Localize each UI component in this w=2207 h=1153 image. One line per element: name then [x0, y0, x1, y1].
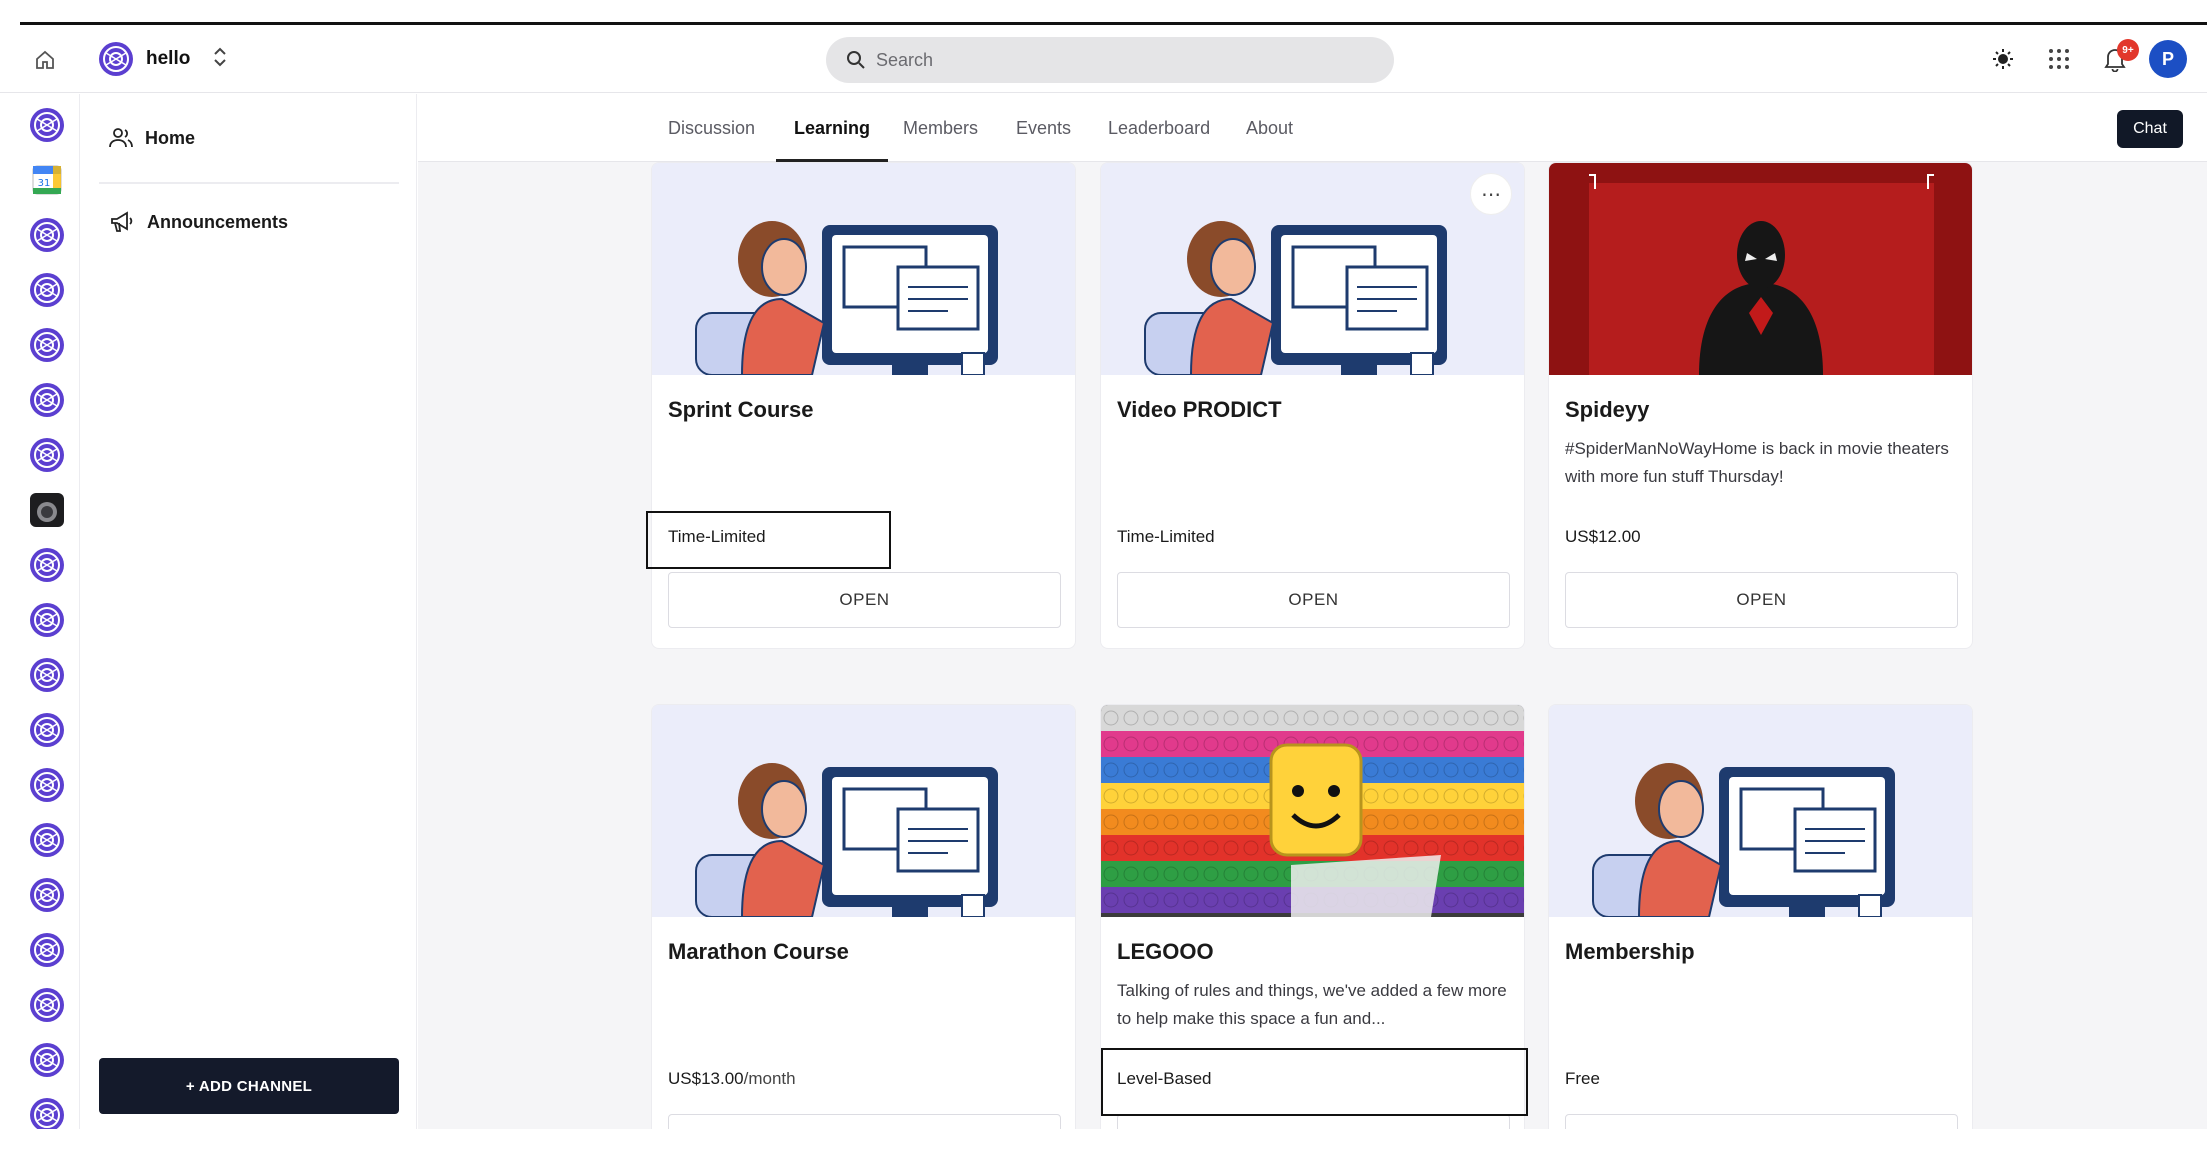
- users-icon: [109, 128, 133, 148]
- theme-sun-icon[interactable]: [1983, 39, 2023, 79]
- community-switcher[interactable]: hello: [98, 39, 228, 79]
- open-course-button[interactable]: OPEN: [1117, 1114, 1510, 1129]
- community-logo-icon[interactable]: [27, 820, 67, 860]
- community-logo-icon[interactable]: [27, 875, 67, 915]
- course-illustration-image: [1101, 163, 1524, 375]
- course-card[interactable]: Membership Free OPEN: [1548, 704, 1973, 1129]
- more-options-icon[interactable]: ⋯: [1470, 173, 1512, 215]
- apps-grid-icon[interactable]: [2039, 39, 2079, 79]
- community-rail: 31: [0, 94, 80, 1129]
- course-meta: Time-Limited: [1117, 527, 1215, 547]
- course-description: Talking of rules and things, we've added…: [1117, 981, 1507, 1028]
- course-meta-value: US$13.00: [668, 1069, 744, 1088]
- open-course-button[interactable]: OPEN: [668, 1114, 1061, 1129]
- course-meta-value: Time-Limited: [1117, 527, 1215, 546]
- community-logo-icon: [99, 42, 133, 76]
- course-card[interactable]: Spideyy #SpiderManNoWayHome is back in mo…: [1548, 162, 1973, 649]
- megaphone-icon: [111, 211, 133, 232]
- sidebar-item-label: Home: [145, 127, 196, 148]
- community-logo-icon[interactable]: [27, 215, 67, 255]
- home-icon[interactable]: [30, 45, 60, 75]
- highlight-box: [646, 511, 891, 569]
- svg-text:31: 31: [38, 178, 51, 189]
- community-logo-icon[interactable]: [27, 435, 67, 475]
- search-bar[interactable]: [826, 37, 1394, 83]
- channel-sidebar: Home Announcements + ADD CHANNEL: [81, 94, 417, 1129]
- community-logo-icon[interactable]: [27, 545, 67, 585]
- course-meta-suffix: /month: [743, 1069, 796, 1088]
- community-logo-icon[interactable]: [27, 710, 67, 750]
- tab-about[interactable]: About: [1246, 94, 1293, 162]
- sidebar-item-label: Announcements: [147, 211, 289, 232]
- sidebar-item-announcements[interactable]: Announcements: [109, 202, 288, 242]
- community-name: hello: [146, 48, 191, 69]
- open-course-button[interactable]: OPEN: [1565, 572, 1958, 628]
- community-logo-icon[interactable]: [27, 270, 67, 310]
- top-bar: hello 9+ P: [0, 25, 2207, 93]
- sidebar-divider: [99, 182, 399, 184]
- course-title: Marathon Course: [668, 939, 849, 964]
- community-logo-icon[interactable]: [27, 1095, 67, 1129]
- calendar-app-icon[interactable]: 31: [27, 160, 67, 200]
- community-photo-icon[interactable]: [27, 490, 67, 530]
- tab-learning[interactable]: Learning: [775, 94, 889, 162]
- chat-button[interactable]: Chat: [2117, 110, 2183, 148]
- course-card[interactable]: ⋯ Video PRODICT Time-Limited OPEN: [1100, 162, 1525, 649]
- tab-events[interactable]: Events: [1016, 94, 1071, 162]
- community-logo-icon[interactable]: [27, 1040, 67, 1080]
- course-meta-value: Free: [1565, 1069, 1600, 1088]
- highlight-box: [1101, 1048, 1528, 1116]
- chevron-up-down-icon: [212, 46, 228, 73]
- course-meta: US$12.00: [1565, 527, 1641, 547]
- community-logo-icon[interactable]: [27, 105, 67, 145]
- community-logo-icon[interactable]: [27, 380, 67, 420]
- tab-leaderboard[interactable]: Leaderboard: [1108, 94, 1210, 162]
- course-title: Membership: [1565, 939, 1695, 964]
- open-course-button[interactable]: OPEN: [668, 572, 1061, 628]
- notification-bell-icon[interactable]: 9+: [2095, 39, 2139, 79]
- course-illustration-image: [1549, 705, 1972, 917]
- course-illustration-image: [652, 163, 1075, 375]
- course-description: #SpiderManNoWayHome is back in movie the…: [1565, 439, 1949, 486]
- course-card[interactable]: Sprint Course Time-Limited OPEN: [651, 162, 1076, 649]
- community-logo-icon[interactable]: [27, 985, 67, 1025]
- sidebar-item-home[interactable]: Home: [109, 118, 195, 158]
- main-content: Discussion Learning Members Events Leade…: [418, 94, 2207, 1129]
- community-tabs: Discussion Learning Members Events Leade…: [418, 94, 2207, 162]
- course-title: Sprint Course: [668, 397, 814, 422]
- course-meta: Free: [1565, 1069, 1600, 1089]
- community-logo-icon[interactable]: [27, 600, 67, 640]
- open-course-button[interactable]: OPEN: [1565, 1114, 1958, 1129]
- course-title: LEGOOO: [1117, 939, 1214, 964]
- community-logo-icon[interactable]: [27, 930, 67, 970]
- community-logo-icon[interactable]: [27, 655, 67, 695]
- course-illustration-image: [652, 705, 1075, 917]
- search-icon: [847, 51, 865, 69]
- lego-image: [1101, 705, 1524, 917]
- course-card[interactable]: Marathon Course US$13.00/month OPEN: [651, 704, 1076, 1129]
- course-title: Video PRODICT: [1117, 397, 1282, 422]
- course-title: Spideyy: [1565, 397, 1650, 422]
- notification-badge: 9+: [2117, 39, 2139, 61]
- search-input[interactable]: [876, 49, 1356, 71]
- course-meta: US$13.00/month: [668, 1069, 796, 1089]
- tab-members[interactable]: Members: [903, 94, 978, 162]
- community-logo-icon[interactable]: [27, 765, 67, 805]
- tab-discussion[interactable]: Discussion: [668, 94, 755, 162]
- open-course-button[interactable]: OPEN: [1117, 572, 1510, 628]
- community-logo-icon[interactable]: [27, 325, 67, 365]
- course-meta-value: US$12.00: [1565, 527, 1641, 546]
- add-channel-button[interactable]: + ADD CHANNEL: [99, 1058, 399, 1114]
- user-avatar[interactable]: P: [2149, 40, 2187, 78]
- spiderman-image: [1549, 163, 1972, 375]
